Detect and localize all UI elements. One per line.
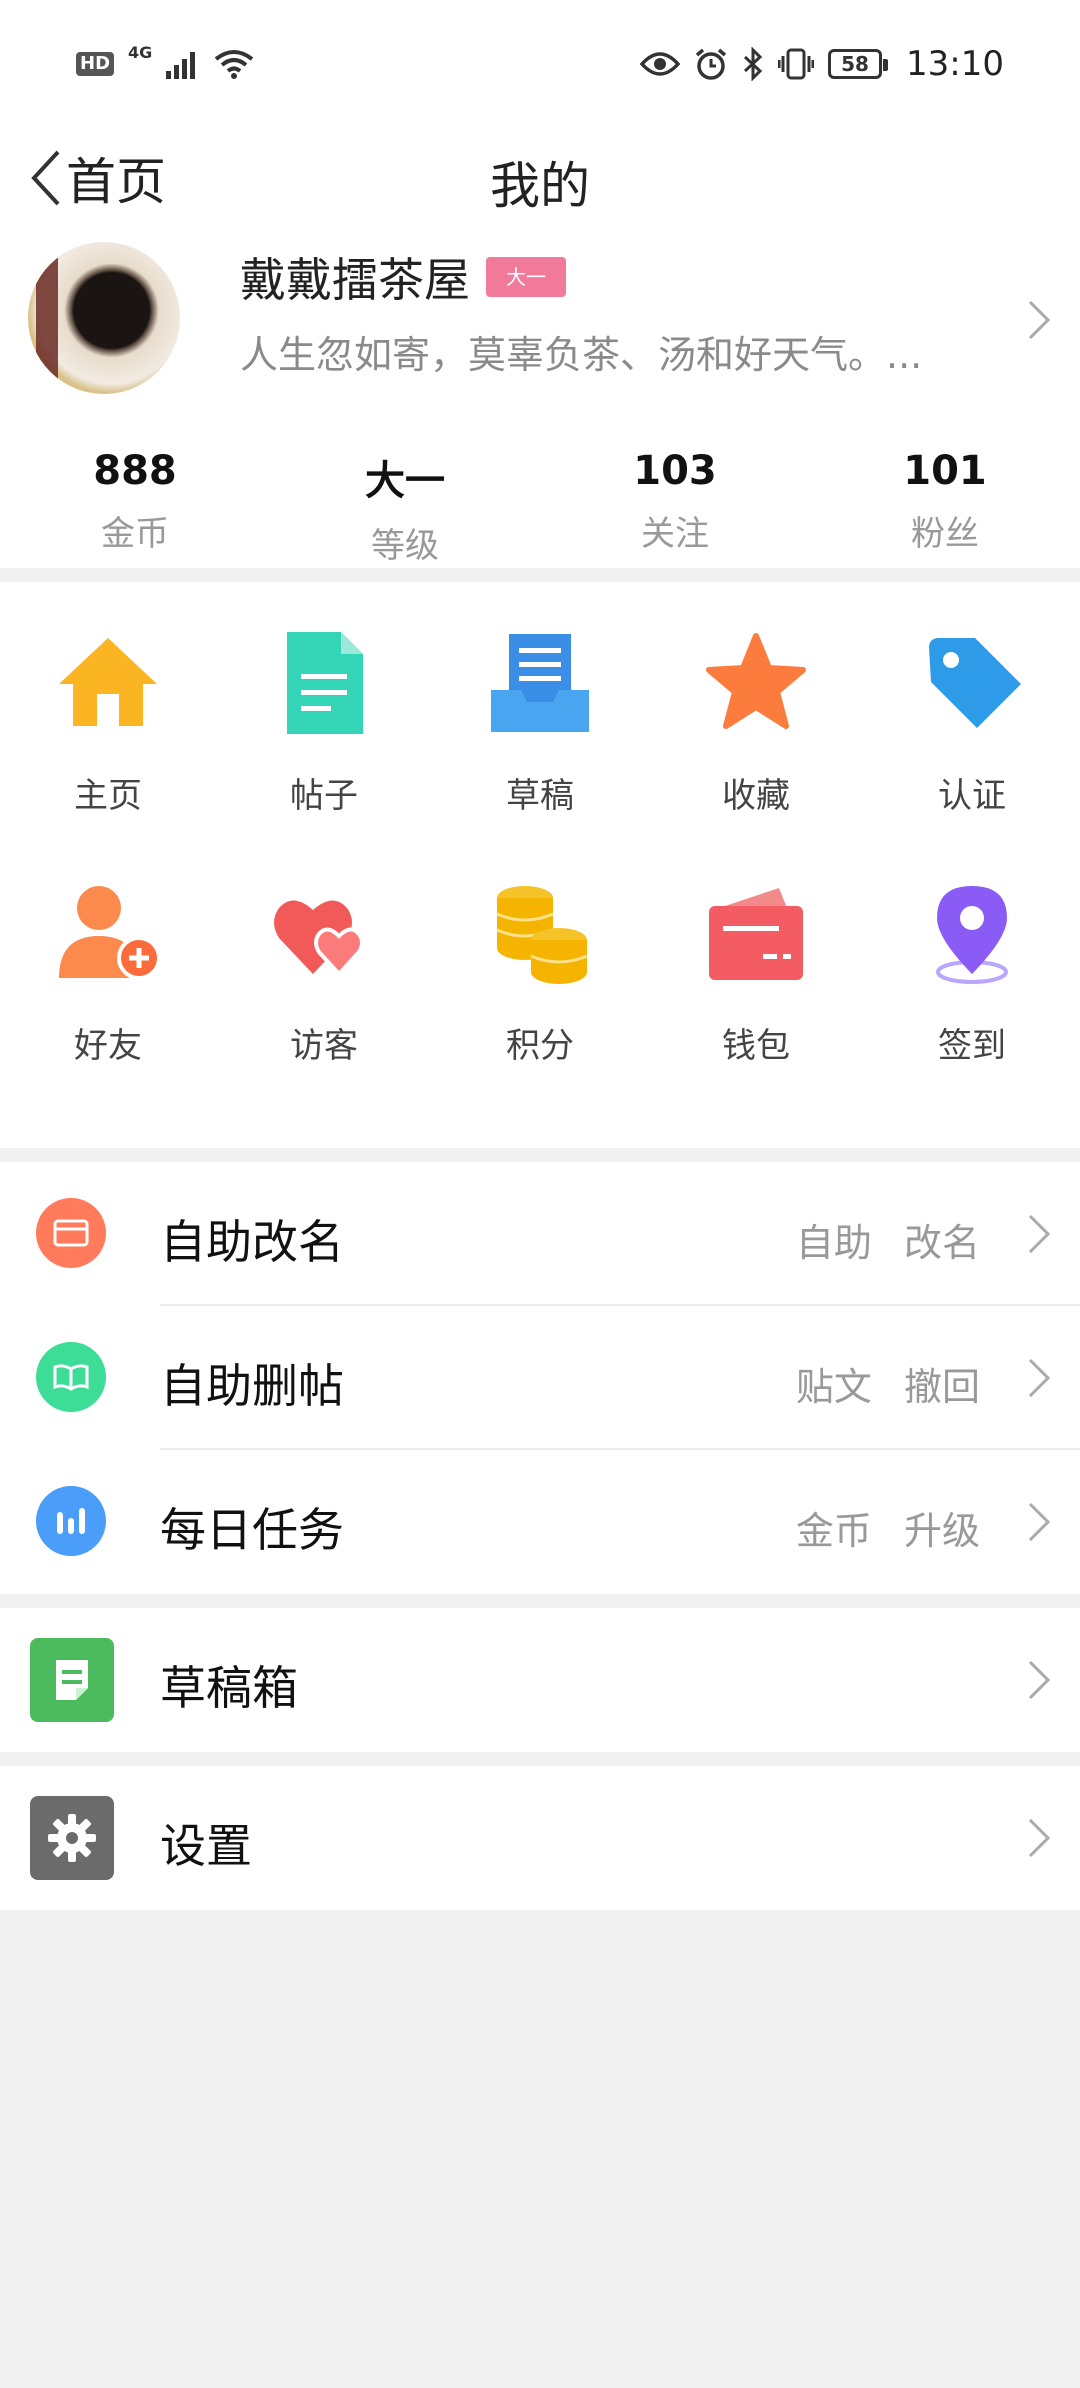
eye-icon bbox=[640, 52, 681, 76]
drafts-list: 草稿箱 bbox=[0, 1608, 1080, 1752]
tag-icon bbox=[929, 638, 1021, 728]
row-title: 草稿箱 bbox=[160, 1661, 298, 1715]
stat-value: 888 bbox=[93, 448, 177, 494]
grid-item-friends[interactable]: 好友 bbox=[0, 878, 216, 1128]
divider-gap bbox=[0, 1752, 1080, 1766]
grid-label: 好友 bbox=[74, 1026, 142, 1066]
stat-level[interactable]: 大一 等级 bbox=[270, 428, 540, 568]
chevron-left-icon bbox=[31, 150, 60, 206]
status-time: 13:10 bbox=[906, 44, 1004, 84]
chevron-right-icon bbox=[1028, 1214, 1051, 1254]
row-delete-post[interactable]: 自助删帖 贴文 撤回 bbox=[0, 1306, 1080, 1450]
row-title: 每日任务 bbox=[160, 1503, 344, 1557]
row-rename[interactable]: 自助改名 自助 改名 bbox=[0, 1162, 1080, 1306]
network-type: 4G bbox=[128, 42, 153, 62]
row-subtitle: 自助 改名 bbox=[795, 1221, 980, 1265]
stat-value: 101 bbox=[903, 448, 987, 494]
profile-name: 戴戴擂茶屋 bbox=[240, 253, 470, 307]
grid-item-drafts[interactable]: 草稿 bbox=[432, 628, 648, 878]
stat-label: 等级 bbox=[371, 526, 439, 566]
chevron-right-icon bbox=[1028, 1660, 1051, 1700]
bluetooth-icon bbox=[743, 47, 763, 81]
signal-icon bbox=[166, 52, 196, 79]
service-list: 自助改名 自助 改名 自助删帖 贴文 撤回 每日任务 金币 升级 bbox=[0, 1162, 1080, 1594]
grid-item-points[interactable]: 积分 bbox=[432, 878, 648, 1128]
stat-label: 粉丝 bbox=[911, 514, 979, 554]
draft-tray-icon bbox=[491, 634, 589, 732]
grid-item-favorites[interactable]: 收藏 bbox=[648, 628, 864, 878]
note-icon bbox=[30, 1638, 114, 1722]
grid-label: 积分 bbox=[506, 1026, 574, 1066]
divider-gap bbox=[0, 1148, 1080, 1162]
feature-grid: 主页 帖子 草稿 收藏 认证 好友 访客 积分 钱包 签到 bbox=[0, 582, 1080, 1148]
card-icon bbox=[36, 1198, 106, 1268]
row-subtitle: 贴文 撤回 bbox=[795, 1365, 980, 1409]
row-daily-tasks[interactable]: 每日任务 金币 升级 bbox=[0, 1450, 1080, 1594]
back-button[interactable]: 首页 bbox=[28, 142, 166, 214]
chevron-right-icon bbox=[1028, 1358, 1051, 1398]
row-settings[interactable]: 设置 bbox=[0, 1766, 1080, 1910]
row-title: 设置 bbox=[160, 1819, 252, 1873]
grid-label: 访客 bbox=[290, 1026, 358, 1066]
stat-following[interactable]: 103 关注 bbox=[540, 428, 810, 568]
add-friend-icon bbox=[59, 886, 161, 980]
stat-label: 金币 bbox=[101, 514, 169, 554]
grid-item-visitors[interactable]: 访客 bbox=[216, 878, 432, 1128]
stat-value: 103 bbox=[633, 448, 717, 494]
star-icon bbox=[706, 633, 806, 729]
grid-label: 收藏 bbox=[722, 776, 790, 816]
grid-item-home[interactable]: 主页 bbox=[0, 628, 216, 878]
grid-item-checkin[interactable]: 签到 bbox=[864, 878, 1080, 1128]
bar-chart-icon bbox=[36, 1486, 106, 1556]
status-bar: HD 4G 58 13:10 bbox=[0, 0, 1080, 128]
grid-label: 草稿 bbox=[506, 776, 574, 816]
row-title: 自助删帖 bbox=[160, 1359, 344, 1413]
chevron-right-icon bbox=[1028, 1818, 1051, 1858]
wallet-icon bbox=[709, 888, 803, 980]
chevron-right-icon bbox=[1028, 1502, 1051, 1542]
stat-label: 关注 bbox=[641, 514, 709, 554]
level-badge: 大一 bbox=[486, 257, 566, 297]
battery-icon: 58 bbox=[828, 49, 889, 79]
stats-row: 888 金币 大一 等级 103 关注 101 粉丝 bbox=[0, 428, 1080, 568]
stat-fans[interactable]: 101 粉丝 bbox=[810, 428, 1080, 568]
nav-bar: 首页 我的 bbox=[0, 128, 1080, 228]
grid-item-verify[interactable]: 认证 bbox=[864, 628, 1080, 878]
back-label: 首页 bbox=[66, 153, 166, 211]
vibrate-icon bbox=[778, 48, 815, 80]
coins-icon bbox=[496, 886, 588, 984]
grid-label: 认证 bbox=[938, 776, 1006, 816]
stat-coins[interactable]: 888 金币 bbox=[0, 428, 270, 568]
gear-icon bbox=[30, 1796, 114, 1880]
status-left: HD 4G bbox=[76, 43, 254, 79]
alarm-icon bbox=[695, 48, 727, 80]
settings-list: 设置 bbox=[0, 1766, 1080, 1910]
grid-item-wallet[interactable]: 钱包 bbox=[648, 878, 864, 1128]
grid-label: 主页 bbox=[74, 776, 142, 816]
hd-icon: HD bbox=[76, 52, 115, 76]
wifi-icon bbox=[215, 50, 254, 79]
document-icon bbox=[287, 632, 363, 734]
location-pin-icon bbox=[936, 886, 1008, 984]
top-area: HD 4G 58 13:10 首页 我的 戴戴擂茶屋 大一 人生忽如寄，莫辜负茶… bbox=[0, 0, 1080, 568]
home-icon bbox=[59, 638, 157, 726]
stat-value: 大一 bbox=[365, 458, 445, 504]
chevron-right-icon bbox=[1028, 300, 1051, 340]
row-subtitle: 金币 升级 bbox=[795, 1509, 980, 1553]
hearts-icon bbox=[274, 900, 364, 977]
row-title: 自助改名 bbox=[160, 1215, 344, 1269]
book-icon bbox=[36, 1342, 106, 1412]
profile-name-row: 戴戴擂茶屋 大一 bbox=[240, 244, 566, 310]
profile-header[interactable]: 戴戴擂茶屋 大一 人生忽如寄，莫辜负茶、汤和好天气。... bbox=[0, 228, 1080, 428]
grid-label: 帖子 bbox=[290, 776, 358, 816]
avatar[interactable] bbox=[28, 242, 180, 394]
divider-gap bbox=[0, 1594, 1080, 1608]
profile-bio: 人生忽如寄，莫辜负茶、汤和好天气。... bbox=[240, 333, 923, 377]
row-draft-box[interactable]: 草稿箱 bbox=[0, 1608, 1080, 1752]
grid-label: 签到 bbox=[938, 1026, 1006, 1066]
grid-label: 钱包 bbox=[722, 1026, 790, 1066]
divider-gap bbox=[0, 568, 1080, 582]
grid-item-posts[interactable]: 帖子 bbox=[216, 628, 432, 878]
status-right: 58 13:10 bbox=[640, 44, 1004, 84]
